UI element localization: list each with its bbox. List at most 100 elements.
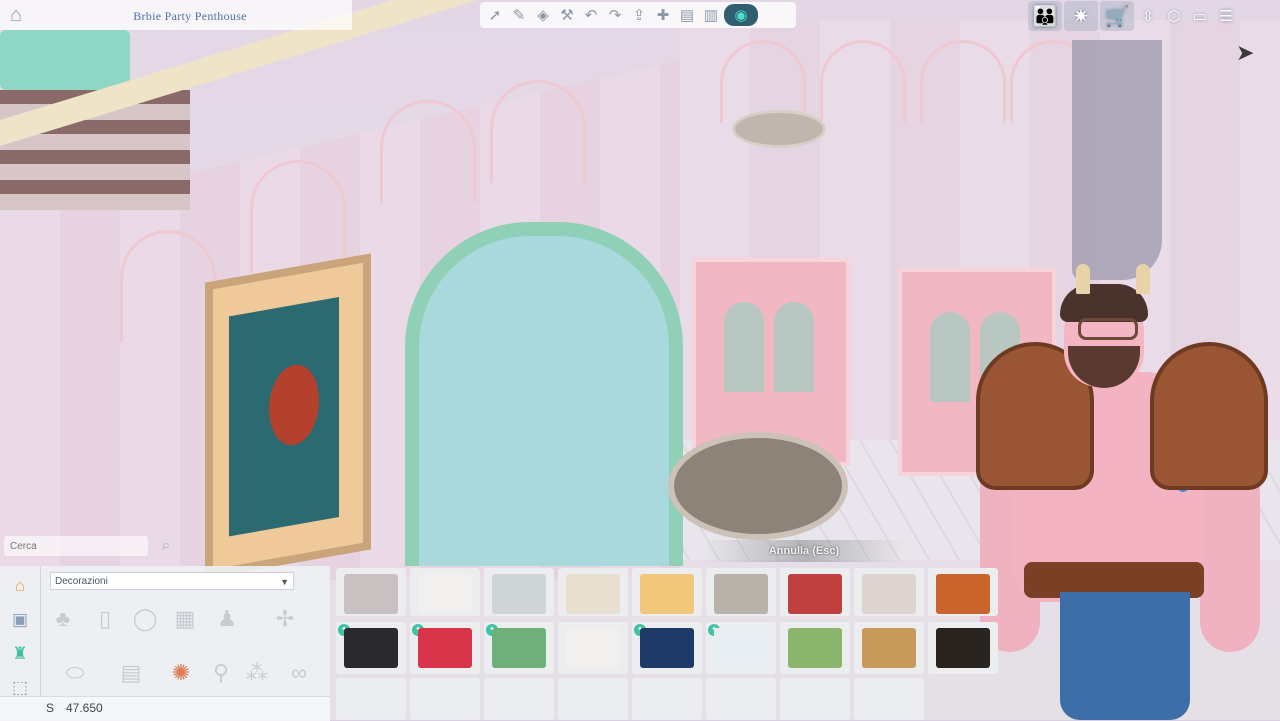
- sledgehammer-icon[interactable]: ⚒: [556, 4, 578, 26]
- catalog-item[interactable]: [706, 678, 776, 720]
- round-coffee-table[interactable]: [668, 432, 848, 540]
- undo-icon[interactable]: ↶: [580, 4, 602, 26]
- floor-up-down-icon[interactable]: ⇳: [1136, 1, 1160, 31]
- painting-fruit: [269, 360, 319, 450]
- mirror-icon[interactable]: ◯: [128, 602, 162, 636]
- item-thumbnail: [344, 628, 398, 668]
- item-thumbnail: [788, 628, 842, 668]
- catalog-item[interactable]: ✦: [484, 622, 554, 674]
- search-input[interactable]: [4, 536, 152, 557]
- search-icon[interactable]: ⌕: [154, 536, 178, 556]
- tips-lightbulb-icon[interactable]: ✷: [1064, 1, 1098, 31]
- item-thumbnail: [640, 628, 694, 668]
- design-tool-icon[interactable]: ◈: [532, 4, 554, 26]
- catalog-item[interactable]: [336, 678, 406, 720]
- lot-title[interactable]: Brbie Party Penthouse: [40, 0, 340, 30]
- select-arrow-icon[interactable]: ➚: [484, 4, 506, 26]
- catalog-item[interactable]: [410, 568, 480, 616]
- floor-icon[interactable]: ▤: [676, 4, 698, 26]
- buy-cart-icon[interactable]: 🛒: [1100, 1, 1134, 31]
- household-icon[interactable]: 👪: [1028, 1, 1062, 31]
- catalog-item[interactable]: ✦: [336, 622, 406, 674]
- wall-icon[interactable]: ▥: [700, 4, 722, 26]
- chevron-down-icon: ▼: [280, 577, 289, 587]
- cancel-hint[interactable]: Annulla (Esc): [704, 540, 904, 562]
- view-toggle-icon[interactable]: ◉: [724, 4, 758, 26]
- catalog-item[interactable]: [854, 568, 924, 616]
- fireplace-icon[interactable]: ▤: [114, 656, 148, 690]
- corner-arrow-icon: ➤: [1236, 40, 1255, 65]
- wall-art-icon[interactable]: ▯: [88, 602, 122, 636]
- catalog-item[interactable]: [780, 678, 850, 720]
- house-tab-icon[interactable]: ⌂: [8, 574, 32, 598]
- search-box: [4, 536, 152, 557]
- avatar-horn: [1136, 264, 1150, 294]
- sculpture-icon[interactable]: ♟: [210, 602, 244, 636]
- catalog-item[interactable]: ✦: [706, 622, 776, 674]
- options-icon[interactable]: ▭: [1188, 1, 1212, 31]
- catalog-item[interactable]: [780, 622, 850, 674]
- wall-console: [0, 30, 130, 90]
- build-toolbar: ➚ ✎ ◈ ⚒ ↶ ↷ ⇪ ✚ ▤ ▥ ◉: [480, 2, 796, 28]
- category-dropdown[interactable]: Decorazioni ▼: [50, 572, 294, 590]
- catalog-item[interactable]: [632, 678, 702, 720]
- rug-icon[interactable]: ⬭: [58, 656, 92, 690]
- catalog-item[interactable]: [632, 568, 702, 616]
- avatar-loincloth: [1060, 592, 1190, 720]
- item-thumbnail: [566, 628, 620, 668]
- item-thumbnail: [418, 628, 472, 668]
- build-mode-icon[interactable]: ⬡: [1162, 1, 1186, 31]
- item-thumbnail: [492, 574, 546, 614]
- catalog-item[interactable]: ✦: [410, 622, 480, 674]
- level-up-icon[interactable]: ⇪: [628, 4, 650, 26]
- wall-arch-decoration: [920, 40, 1006, 123]
- item-thumbnail: [936, 628, 990, 668]
- catalog-item[interactable]: [484, 678, 554, 720]
- dots-icon[interactable]: ⁂: [240, 656, 274, 690]
- lot-name-bar: ⌂ Brbie Party Penthouse: [0, 0, 352, 30]
- eyedropper-icon[interactable]: ✎: [508, 4, 530, 26]
- item-thumbnail: [862, 628, 916, 668]
- arched-doorway: [405, 222, 683, 566]
- room-tab-icon[interactable]: ▣: [8, 608, 32, 632]
- home-icon[interactable]: ⌂: [4, 4, 28, 26]
- item-thumbnail: [566, 574, 620, 614]
- catalog-item[interactable]: [928, 622, 998, 674]
- fan-icon[interactable]: ✢: [268, 602, 302, 636]
- redo-icon[interactable]: ↷: [604, 4, 626, 26]
- catalog-item[interactable]: [410, 678, 480, 720]
- wall-arch-decoration: [820, 40, 906, 123]
- wall-arch-decoration: [250, 160, 346, 273]
- catalog-item[interactable]: [854, 678, 924, 720]
- plant-icon[interactable]: ♣: [46, 602, 80, 636]
- catalog-item[interactable]: [336, 568, 406, 616]
- catalog-item[interactable]: [780, 568, 850, 616]
- wall-painting: [205, 253, 371, 579]
- catalog-item[interactable]: [928, 568, 998, 616]
- catalog-item[interactable]: [484, 568, 554, 616]
- item-thumbnail: [492, 628, 546, 668]
- avatar-horn: [1076, 264, 1090, 294]
- animal-statue-icon[interactable]: ✺: [164, 656, 198, 690]
- catalog-item[interactable]: [558, 678, 628, 720]
- catalog-item[interactable]: ✦: [632, 622, 702, 674]
- catalog-items-grid: ✦ ✦ ✦ ✦ ✦: [334, 566, 998, 720]
- avatar-hair: [1060, 284, 1148, 322]
- move-camera-icon[interactable]: ✚: [652, 4, 674, 26]
- curtain: [1072, 40, 1162, 280]
- catalog-item[interactable]: [558, 568, 628, 616]
- menu-icon[interactable]: ☰: [1214, 1, 1238, 31]
- shoulder-armor: [1150, 342, 1268, 490]
- style-tab-icon[interactable]: ♜: [8, 642, 32, 666]
- catalog-item[interactable]: [706, 568, 776, 616]
- infinity-icon[interactable]: ∞: [282, 656, 316, 690]
- window-panel-icon[interactable]: ▦: [168, 602, 202, 636]
- funds-value: 47.650: [66, 701, 103, 715]
- simoleon-icon: S: [46, 701, 55, 715]
- item-thumbnail: [714, 628, 768, 668]
- catalog-item[interactable]: [854, 622, 924, 674]
- item-thumbnail: [714, 574, 768, 614]
- avatar-glasses: [1078, 318, 1138, 340]
- candle-icon[interactable]: ⚲: [204, 656, 238, 690]
- catalog-item[interactable]: [558, 622, 628, 674]
